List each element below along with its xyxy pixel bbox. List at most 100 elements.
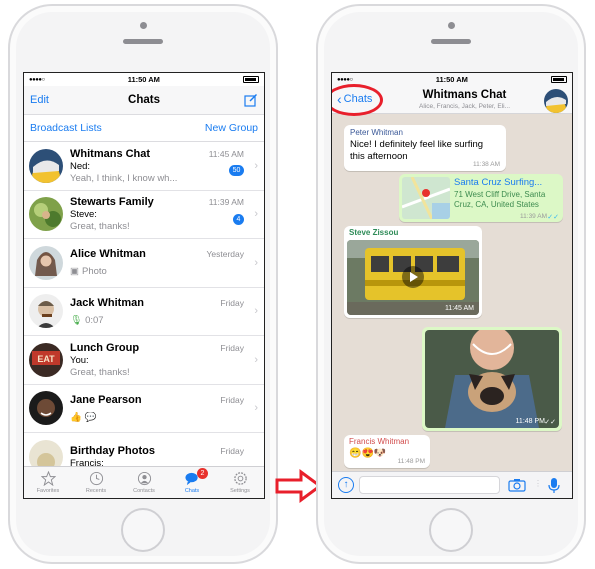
arrow-up-icon: ↑ — [343, 479, 349, 490]
chat-preview: Great, thanks! — [70, 366, 130, 378]
attach-button[interactable]: ↑ — [338, 477, 354, 493]
edit-button[interactable]: Edit — [30, 94, 49, 106]
chevron-right-icon: › — [254, 402, 258, 415]
message-bubble-francis[interactable]: Francis Whitman 😁😍🐶 11:48 PM — [344, 435, 430, 468]
message-time: 11:48 PM — [515, 418, 545, 425]
home-button[interactable] — [429, 508, 473, 552]
chat-row-whitmans-chat[interactable]: Whitmans Chat 11:45 AM Ned: Yeah, I think… — [24, 142, 264, 191]
earpiece-speaker — [431, 39, 471, 44]
microphone-icon[interactable] — [547, 477, 561, 494]
read-receipt-icon: ✓✓ — [547, 214, 559, 221]
chat-name: Jack Whitman — [70, 296, 144, 309]
status-time: 11:50 AM — [435, 75, 468, 84]
chevron-right-icon: › — [254, 353, 258, 366]
message-bubble-photo[interactable]: 11:48 PM ✓✓ — [422, 327, 562, 431]
avatar — [29, 148, 63, 183]
broadcast-lists-link[interactable]: Broadcast Lists — [30, 122, 102, 134]
chevron-right-icon: › — [254, 208, 258, 221]
tab-label: Recents — [85, 488, 107, 494]
message-sender: Steve Zissou — [349, 228, 399, 237]
avatar: EAT — [29, 342, 63, 377]
microphone-icon: 🎙 — [70, 314, 83, 326]
phone-frame-right: ●●●●○ 11:50 AM ‹ Chats Whitmans Chat Ali… — [316, 4, 586, 564]
chat-sender: Ned: — [70, 160, 91, 172]
message-time: 11:45 AM — [444, 305, 474, 312]
star-icon — [40, 471, 56, 486]
phone-frame-left: ●●●●○ 11:50 AM Edit Chats Broadcast List… — [8, 4, 278, 564]
new-group-link[interactable]: New Group — [205, 122, 258, 134]
chat-name: Whitmans Chat — [70, 147, 151, 160]
status-time: 11:50 AM — [127, 75, 160, 84]
earpiece-speaker — [123, 39, 163, 44]
avatar — [29, 294, 63, 329]
home-button[interactable] — [121, 508, 165, 552]
message-time: 11:48 PM — [397, 458, 425, 465]
chat-row-jack-whitman[interactable]: Jack Whitman Friday 🎙 0:07 › — [24, 288, 264, 336]
tab-contacts[interactable]: Contacts — [120, 467, 168, 498]
chat-time: Friday — [220, 342, 244, 353]
location-address-line2: Cruz, CA, United States — [454, 200, 539, 209]
tab-recents[interactable]: Recents — [72, 467, 120, 498]
unread-badge: 50 — [229, 165, 244, 176]
message-bubble-peter[interactable]: Peter Whitman Nice! I definitely feel li… — [344, 125, 506, 171]
chat-row-stewarts-family[interactable]: Stewarts Family 11:39 AM Steve: Great, th… — [24, 191, 264, 239]
gear-icon — [233, 472, 247, 485]
compose-icon[interactable] — [244, 93, 258, 107]
chat-preview: Photo — [81, 266, 107, 278]
tab-chats[interactable]: Chats 2 — [168, 467, 216, 498]
photo-thumbnail[interactable]: 11:48 PM ✓✓ — [425, 330, 559, 428]
signal-icon: ●●●●○ — [29, 76, 45, 83]
chat-preview: Yeah, I think, I know wh... — [70, 172, 178, 184]
front-camera — [140, 22, 147, 29]
message-bubble-location[interactable]: Santa Cruz Surfing... 71 West Cliff Driv… — [399, 174, 563, 222]
tab-label: Favorites — [36, 488, 60, 494]
dog-photo — [425, 330, 559, 428]
person-icon — [137, 471, 151, 486]
chat-name: Jane Pearson — [70, 393, 142, 406]
message-input[interactable] — [359, 476, 500, 494]
separator-dots: ⋮ — [534, 479, 542, 488]
camera-icon[interactable] — [508, 478, 526, 492]
avatar — [29, 391, 63, 426]
broadcast-bar: Broadcast Lists New Group — [24, 114, 264, 142]
message-sender: Peter Whitman — [350, 128, 403, 137]
chat-time: Yesterday — [206, 249, 245, 260]
tab-label: Contacts — [133, 488, 155, 494]
group-avatar[interactable] — [544, 89, 568, 113]
chat-row-jane-pearson[interactable]: Jane Pearson Friday 👍 💬 › — [24, 385, 264, 433]
chats-screen: ●●●●○ 11:50 AM Edit Chats Broadcast List… — [23, 72, 265, 499]
tab-favorites[interactable]: Favorites — [24, 467, 72, 498]
chat-preview: 0:07 — [85, 314, 104, 326]
thumbs-up-icon: 👍 — [70, 411, 82, 423]
signal-icon: ●●●●○ — [337, 76, 353, 83]
chevron-right-icon: › — [254, 159, 258, 172]
svg-text:EAT: EAT — [37, 354, 55, 364]
chat-time: Friday — [220, 297, 244, 308]
chat-time: Friday — [220, 445, 244, 456]
tab-label: Chats — [184, 488, 200, 494]
conversation-navbar: ‹ Chats Whitmans Chat Alice, Francis, Ja… — [332, 84, 572, 116]
conversation-screen: ●●●●○ 11:50 AM ‹ Chats Whitmans Chat Ali… — [331, 72, 573, 499]
chevron-right-icon: › — [254, 305, 258, 318]
speech-bubble-icon: 💬 — [84, 411, 97, 423]
chat-name: Lunch Group — [70, 341, 140, 354]
chat-row-lunch-group[interactable]: EAT Lunch Group Friday You: Great, thanks… — [24, 336, 264, 385]
message-bubble-steve[interactable]: Steve Zissou 11:45 AM — [344, 226, 482, 318]
play-icon[interactable] — [401, 265, 425, 289]
camera-icon: ▣ — [70, 266, 79, 278]
video-thumbnail[interactable]: 11:45 AM — [347, 240, 479, 315]
message-input-bar: ↑ ⋮ — [332, 471, 572, 498]
tab-badge: 2 — [197, 468, 208, 479]
chat-row-alice-whitman[interactable]: Alice Whitman Yesterday ▣ Photo › — [24, 239, 264, 288]
battery-icon — [551, 76, 567, 83]
chat-preview: Great, thanks! — [70, 221, 130, 233]
page-title: Chats — [128, 94, 160, 106]
message-time: 11:39 AM — [520, 213, 547, 220]
conversation-title[interactable]: Whitmans Chat — [387, 89, 542, 101]
read-receipt-icon: ✓✓ — [544, 419, 556, 426]
tab-settings[interactable]: Settings — [216, 467, 264, 498]
highlight-circle — [332, 84, 383, 116]
chat-time: 11:45 AM — [208, 148, 244, 159]
tab-label: Settings — [230, 488, 250, 494]
chat-name: Alice Whitman — [70, 248, 146, 261]
